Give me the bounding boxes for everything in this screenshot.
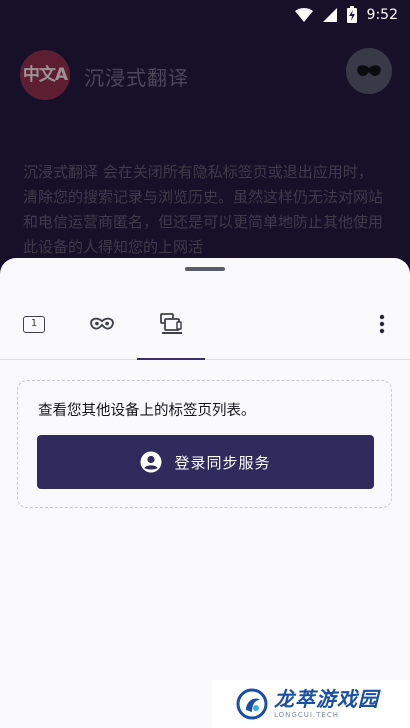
synced-tabs-empty-card: 查看您其他设备上的标签页列表。 登录同步服务 [17, 380, 392, 508]
watermark-subtitle: LONGCUI.TECH [274, 711, 339, 719]
tabs-tray-tab-bar: 1 [0, 288, 410, 360]
sign-in-to-sync-button[interactable]: 登录同步服务 [37, 435, 374, 489]
cellular-signal-icon [322, 7, 337, 22]
watermark-logo-icon [236, 688, 268, 720]
tab-private-tabs[interactable] [68, 288, 136, 360]
status-bar: 9:52 [0, 0, 410, 30]
account-icon [140, 451, 162, 473]
wifi-icon [294, 7, 313, 22]
watermark-title: 龙萃游戏园 [274, 687, 379, 711]
tabs-tray-sheet: 1 查看您其他设备上的标签页列表。 登录同步服务 [0, 258, 410, 728]
site-watermark: 龙萃游戏园 LONGCUI.TECH [212, 680, 410, 728]
sign-in-button-label: 登录同步服务 [174, 453, 271, 472]
synced-devices-icon [160, 313, 182, 334]
clock: 9:52 [366, 6, 398, 23]
tabs-tray-menu-button[interactable] [368, 288, 396, 360]
battery-charging-icon [346, 6, 357, 23]
selected-tab-indicator [137, 358, 205, 360]
synced-tabs-message: 查看您其他设备上的标签页列表。 [38, 403, 256, 419]
tab-count-value: 1 [30, 318, 38, 329]
tab-count-icon: 1 [23, 315, 45, 333]
tab-normal-tabs[interactable]: 1 [0, 288, 68, 360]
drag-handle[interactable] [185, 267, 225, 271]
private-mask-icon [90, 317, 114, 330]
tab-synced-tabs[interactable] [137, 288, 205, 360]
more-vertical-icon [379, 314, 385, 334]
